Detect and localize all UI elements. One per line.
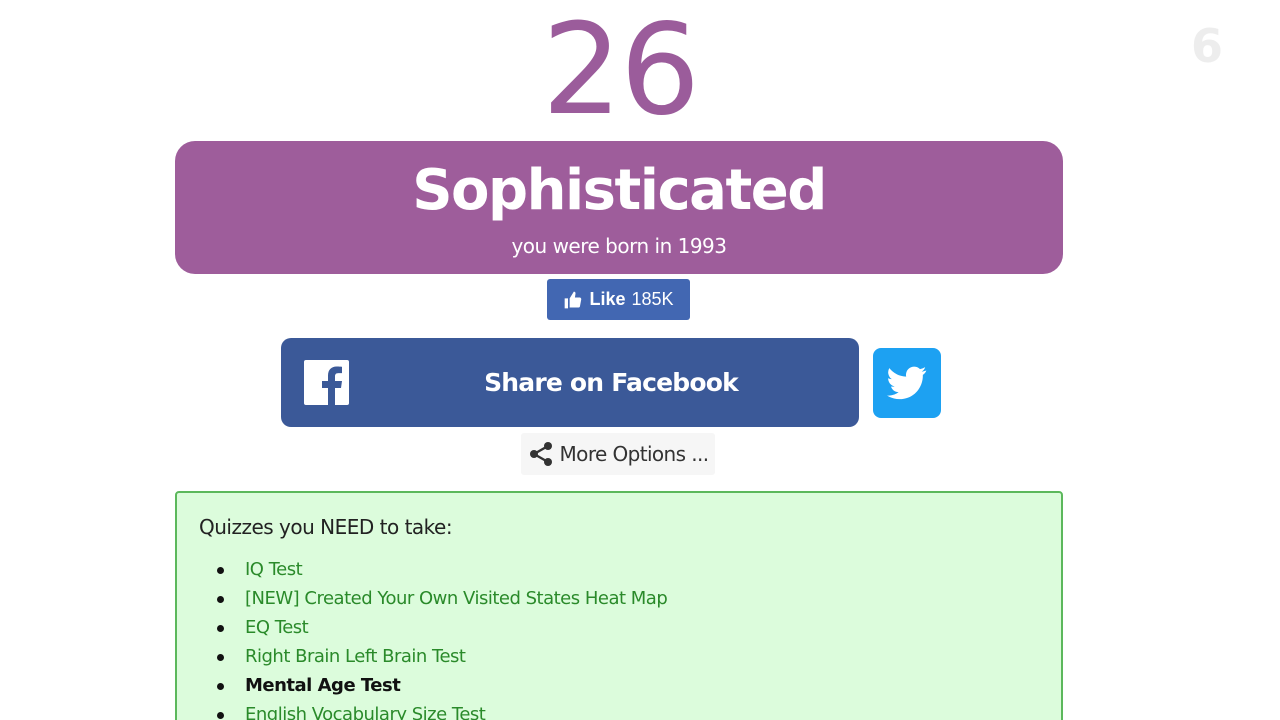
- quiz-link-right-brain-left-brain-test[interactable]: Right Brain Left Brain Test: [245, 646, 466, 667]
- share-facebook-label: Share on Facebook: [484, 368, 739, 397]
- list-item: IQ Test: [197, 555, 667, 584]
- thumbs-up-icon: [565, 291, 582, 308]
- twitter-bird-icon: [887, 366, 927, 400]
- quiz-list: IQ Test [NEW] Created Your Own Visited S…: [197, 555, 668, 720]
- facebook-icon: [304, 360, 349, 405]
- quiz-current-mental-age-test: Mental Age Test: [245, 675, 401, 696]
- like-count: 185K: [631, 289, 674, 309]
- list-item: [NEW] Created Your Own Visited States He…: [197, 584, 668, 613]
- share-icon: [529, 442, 552, 466]
- quiz-link-eq-test[interactable]: EQ Test: [245, 617, 309, 638]
- share-on-twitter-button[interactable]: [873, 348, 941, 418]
- result-card: Sophisticated you were born in 1993: [175, 141, 1063, 274]
- more-options-label: More Options ...: [559, 442, 710, 466]
- recommended-quizzes-box: Quizzes you NEED to take: IQ Test [NEW] …: [175, 491, 1063, 720]
- quiz-link-english-vocabulary-size-test[interactable]: English Vocabulary Size Test: [245, 704, 486, 720]
- mental-age-number: 26: [541, 0, 700, 143]
- quiz-link-visited-states-heat-map[interactable]: [NEW] Created Your Own Visited States He…: [245, 588, 668, 609]
- quizzes-heading: Quizzes you NEED to take:: [199, 515, 453, 539]
- quiz-link-iq-test[interactable]: IQ Test: [245, 559, 303, 580]
- list-item: Right Brain Left Brain Test: [197, 642, 667, 671]
- list-item: EQ Test: [197, 613, 667, 642]
- like-label: Like: [589, 289, 626, 309]
- result-subtitle: you were born in 1993: [511, 234, 727, 258]
- result-title: Sophisticated: [412, 158, 827, 223]
- share-on-facebook-button[interactable]: Share on Facebook: [281, 338, 859, 427]
- result-page: 6 26 Sophisticated you were born in 1993…: [0, 0, 1280, 720]
- more-options-button[interactable]: More Options ...: [521, 433, 715, 475]
- list-item-current: Mental Age Test: [197, 671, 667, 700]
- list-item: English Vocabulary Size Test: [197, 700, 667, 720]
- facebook-like-button[interactable]: Like 185K: [547, 279, 690, 320]
